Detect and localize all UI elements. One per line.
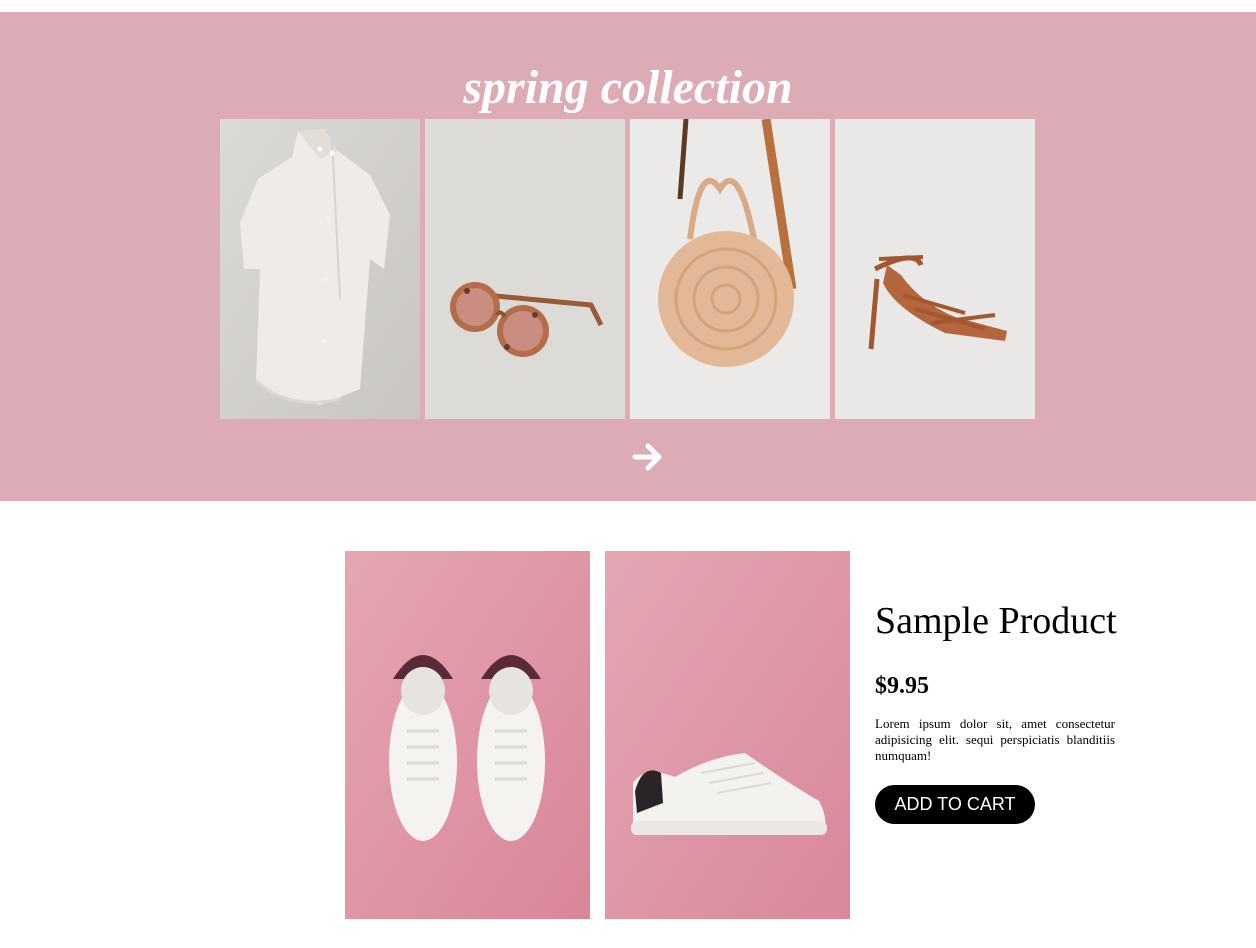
product-image-side-view[interactable] [605, 551, 850, 919]
add-to-cart-button[interactable]: ADD TO CART [875, 785, 1035, 824]
hero-banner: spring collection [0, 12, 1256, 501]
sandal-image [835, 119, 1035, 419]
product-tile-sunglasses[interactable] [425, 119, 625, 419]
sneakers-top-view-image [345, 551, 590, 919]
carousel-next-button[interactable] [632, 442, 664, 472]
shirt-dress-image [220, 119, 420, 419]
straw-bag-image [630, 119, 830, 419]
sunglasses-image [425, 119, 625, 419]
product-tile-sandal[interactable] [835, 119, 1035, 419]
hero-title: spring collection [463, 61, 793, 114]
arrow-right-icon [632, 443, 662, 471]
product-description: Lorem ipsum dolor sit, amet consectetur … [875, 716, 1115, 763]
product-title: Sample Product [875, 600, 1117, 642]
product-tile-shirt-dress[interactable] [220, 119, 420, 419]
product-tile-straw-bag[interactable] [630, 119, 830, 419]
product-image-top-view[interactable] [345, 551, 590, 919]
sneaker-side-view-image [605, 551, 850, 919]
product-price: $9.95 [875, 673, 929, 699]
